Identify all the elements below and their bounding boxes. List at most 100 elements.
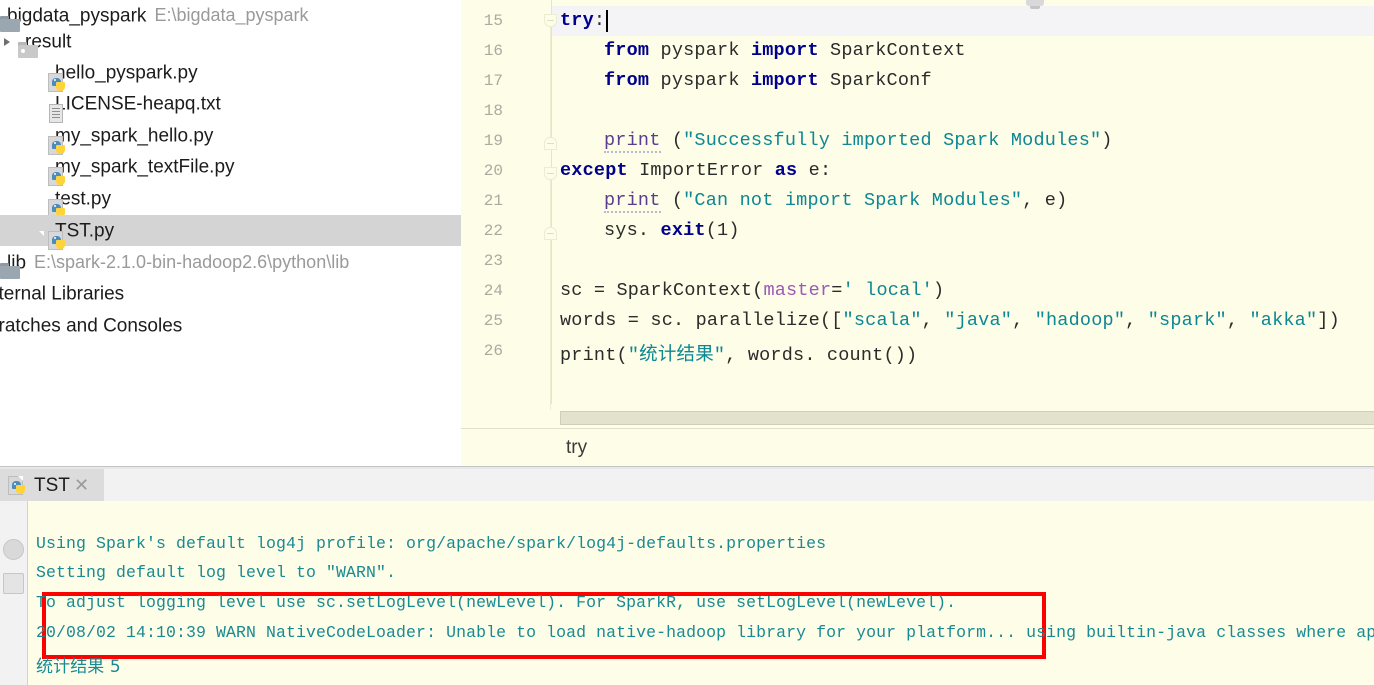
code-line-26[interactable]: print("统计结果", words. count()) [560, 340, 917, 366]
code-token: ( [660, 130, 684, 151]
code-token: ) [1101, 130, 1113, 151]
tree-item-external_libs[interactable]: xternal Libraries [0, 278, 461, 309]
tree-item-result[interactable]: result [0, 26, 461, 58]
code-token: except [560, 160, 628, 181]
fold-marker-try[interactable] [544, 14, 557, 27]
code-line-16[interactable]: from pyspark import SparkContext [560, 40, 966, 61]
console-gutter-toolbar[interactable] [0, 501, 28, 685]
console-line: Using Spark's default log4j profile: org… [36, 534, 827, 553]
console-soft-wrap-icon[interactable] [3, 573, 24, 594]
line-number: 23 [483, 252, 503, 270]
code-token: , [1226, 310, 1250, 331]
code-text-area[interactable]: try: from pyspark import SparkContext from… [560, 0, 1374, 404]
tree-item-my_spark_textfile[interactable]: my_spark_textFile.py [0, 151, 461, 186]
tree-item-label: bigdata_pyspark [7, 5, 147, 27]
tree-item-label: my_spark_hello.py [55, 125, 214, 147]
code-token: "java" [944, 310, 1013, 331]
close-icon[interactable]: ✕ [74, 476, 89, 494]
tree-item-label: cratches and Consoles [0, 315, 183, 337]
code-line-20[interactable]: except ImportError as e: [560, 160, 831, 181]
code-token: SparkContext [818, 40, 966, 61]
gutter-separator [551, 0, 552, 404]
code-token: "akka" [1249, 310, 1318, 331]
code-token: "spark" [1147, 310, 1227, 331]
code-token: "Successfully imported Spark Modules" [683, 130, 1102, 151]
code-token: pyspark [649, 70, 751, 91]
fold-marker-except-end[interactable] [544, 227, 557, 240]
python-icon [8, 476, 27, 501]
fold-guide-line [550, 180, 551, 230]
run-console-pane[interactable]: TST ✕ Using Spark's default log4j profil… [0, 469, 1374, 685]
code-token: , words. count()) [725, 345, 918, 366]
code-line-15[interactable]: try: [560, 10, 605, 31]
code-line-24[interactable]: sc = SparkContext(master=' local') [560, 280, 944, 301]
code-token: "hadoop" [1034, 310, 1126, 331]
tree-item-license_heapq[interactable]: LICENSE-heapq.txt [0, 88, 461, 123]
code-token: from [604, 40, 650, 61]
code-token: e: [797, 160, 832, 181]
console-line: 统计结果 5 [36, 657, 121, 677]
code-token: "Can not import Spark Modules" [683, 190, 1023, 211]
code-line-23[interactable] [560, 250, 571, 271]
console-output[interactable]: Using Spark's default log4j profile: org… [28, 501, 1374, 685]
line-number: 21 [483, 192, 503, 210]
tree-item-label: my_spark_textFile.py [55, 156, 235, 178]
code-editor-pane[interactable]: 15 16 17 18 19 20 21 22 23 24 25 26 try: from pyspar… [461, 0, 1374, 466]
tree-item-path: E:\spark-2.1.0-bin-hadoop2.6\python\lib [34, 252, 350, 272]
line-number: 18 [483, 102, 503, 120]
code-token: = [831, 280, 843, 301]
code-token: try [560, 10, 594, 31]
code-token: pyspark [649, 40, 751, 61]
code-token: ]) [1317, 310, 1340, 331]
code-token: words = sc. parallelize([ [560, 310, 843, 331]
code-token: "scala" [842, 310, 922, 331]
code-token: sc = SparkContext( [560, 280, 764, 301]
console-tab-label: TST [34, 475, 70, 496]
tree-item-hello_pyspark[interactable]: hello_pyspark.py [0, 57, 461, 92]
code-token: exit [660, 220, 706, 241]
console-tab-tst[interactable]: TST ✕ [0, 469, 104, 501]
code-line-18[interactable] [560, 100, 571, 121]
tree-item-test_py[interactable]: test.py [0, 183, 461, 218]
line-number: 20 [483, 162, 503, 180]
line-number: 26 [483, 342, 503, 360]
fold-guide-line [550, 240, 551, 410]
line-number: 16 [483, 42, 503, 60]
tree-item-label: TST.py [55, 220, 115, 242]
console-line: 20/08/02 14:10:39 WARN NativeCodeLoader:… [36, 623, 1374, 642]
console-line: Setting default log level to "WARN". [36, 563, 397, 582]
editor-hscroll-thumb[interactable] [560, 411, 1374, 425]
tree-item-label: LICENSE-heapq.txt [55, 93, 221, 115]
code-token: : [593, 10, 606, 31]
console-line: To adjust logging level use sc.setLogLev… [36, 593, 957, 612]
line-number: 15 [483, 12, 503, 30]
fold-marker-try-end[interactable] [544, 137, 557, 150]
code-token: , [921, 310, 945, 331]
tree-item-path: E:\bigdata_pyspark [154, 5, 309, 25]
code-line-19[interactable]: print ("Successfully imported Spark Modu… [560, 130, 1113, 153]
code-token: (1) [705, 220, 740, 241]
breadcrumb-item-try[interactable]: try [566, 437, 587, 459]
expand-arrow-icon[interactable] [4, 37, 10, 46]
tree-item-label: xternal Libraries [0, 283, 125, 305]
code-line-21[interactable]: print ("Can not import Spark Modules", e… [560, 190, 1067, 213]
code-token: master [763, 280, 832, 301]
tree-item-tst_py[interactable]: TST.py [0, 215, 461, 250]
tree-item-my_spark_hello[interactable]: my_spark_hello.py [0, 120, 461, 155]
code-token: , [1012, 310, 1035, 331]
code-line-17[interactable]: from pyspark import SparkConf [560, 70, 932, 91]
tree-item-lib[interactable]: lib E:\spark-2.1.0-bin-hadoop2.6\python\l… [0, 247, 461, 279]
breadcrumb: try [461, 429, 1374, 466]
fold-marker-except[interactable] [544, 167, 557, 180]
code-line-22[interactable]: sys. exit(1) [560, 220, 740, 241]
code-token: import [750, 40, 819, 61]
code-line-25[interactable]: words = sc. parallelize(["scala", "java"… [560, 310, 1340, 331]
fold-guide-line [550, 27, 551, 137]
tree-item-scratches[interactable]: cratches and Consoles [0, 310, 461, 341]
code-token: from [604, 70, 650, 91]
line-number: 17 [483, 72, 503, 90]
project-tree-panel[interactable]: bigdata_pyspark E:\bigdata_pyspark result h… [0, 0, 461, 466]
editor-gutter[interactable]: 15 16 17 18 19 20 21 22 23 24 25 26 [461, 0, 551, 466]
console-settings-icon[interactable] [3, 539, 24, 560]
line-number: 24 [483, 282, 503, 300]
